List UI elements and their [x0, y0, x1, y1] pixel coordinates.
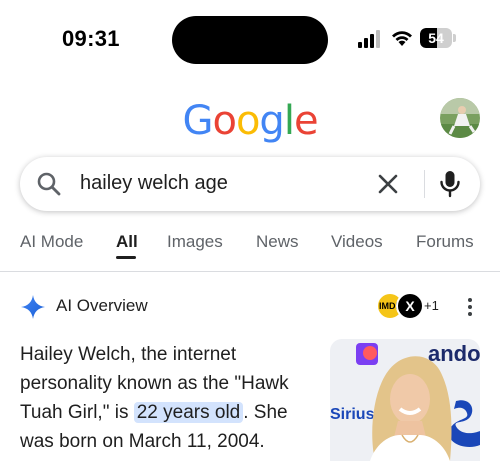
tab-ai-mode[interactable]: AI Mode — [20, 232, 83, 252]
cellular-signal-icon — [358, 30, 380, 48]
dynamic-island — [172, 16, 328, 64]
answer-highlight: 22 years old — [133, 402, 244, 423]
logo-letter: o — [235, 98, 261, 144]
google-logo[interactable]: Google — [0, 98, 500, 144]
battery-body: 54 — [420, 28, 452, 48]
result-thumbnail[interactable]: andor Sirius — [330, 339, 480, 461]
tab-forums[interactable]: Forums — [416, 232, 474, 252]
ai-overview-answer: Hailey Welch, the internet personality k… — [20, 340, 316, 456]
search-icon[interactable] — [36, 171, 62, 197]
search-box[interactable]: hailey welch age — [20, 157, 480, 211]
logo-letter: g — [259, 98, 284, 144]
logo-letter: l — [283, 98, 295, 144]
logo-letter: e — [293, 98, 319, 144]
tab-videos[interactable]: Videos — [331, 232, 383, 252]
tab-all[interactable]: All — [116, 232, 138, 252]
active-tab-indicator — [116, 256, 136, 259]
search-input[interactable]: hailey welch age — [80, 172, 228, 195]
close-icon[interactable] — [376, 172, 400, 196]
x-source-icon[interactable]: X — [396, 292, 424, 320]
microphone-icon[interactable] — [438, 170, 462, 198]
status-time: 09:31 — [62, 26, 120, 51]
search-divider — [424, 170, 425, 198]
backdrop-text: Sirius — [330, 406, 375, 423]
sparkle-icon — [21, 295, 45, 319]
person-photo: andor Sirius — [330, 339, 480, 461]
battery-percent: 54 — [428, 30, 444, 46]
avatar-image — [440, 98, 480, 138]
battery-tip — [453, 34, 456, 42]
source-badges[interactable]: IMDb X +1 — [376, 292, 446, 322]
account-avatar[interactable] — [440, 98, 480, 138]
ai-overview-title: AI Overview — [56, 296, 148, 315]
tab-news[interactable]: News — [256, 232, 299, 252]
logo-letter: o — [212, 98, 237, 144]
more-sources-count[interactable]: +1 — [424, 298, 439, 313]
status-bar: 09:31 54 — [0, 0, 500, 80]
search-tabs: AI Mode All Images News Videos Forums — [0, 226, 500, 272]
logo-letter: G — [182, 98, 213, 144]
battery-indicator: 54 — [420, 28, 456, 48]
tab-images[interactable]: Images — [167, 232, 223, 252]
backdrop-text: andor — [428, 341, 480, 366]
ai-overview-header: AI Overview IMDb X +1 — [0, 290, 500, 324]
more-options-icon[interactable] — [460, 296, 480, 318]
wifi-icon — [392, 31, 412, 46]
